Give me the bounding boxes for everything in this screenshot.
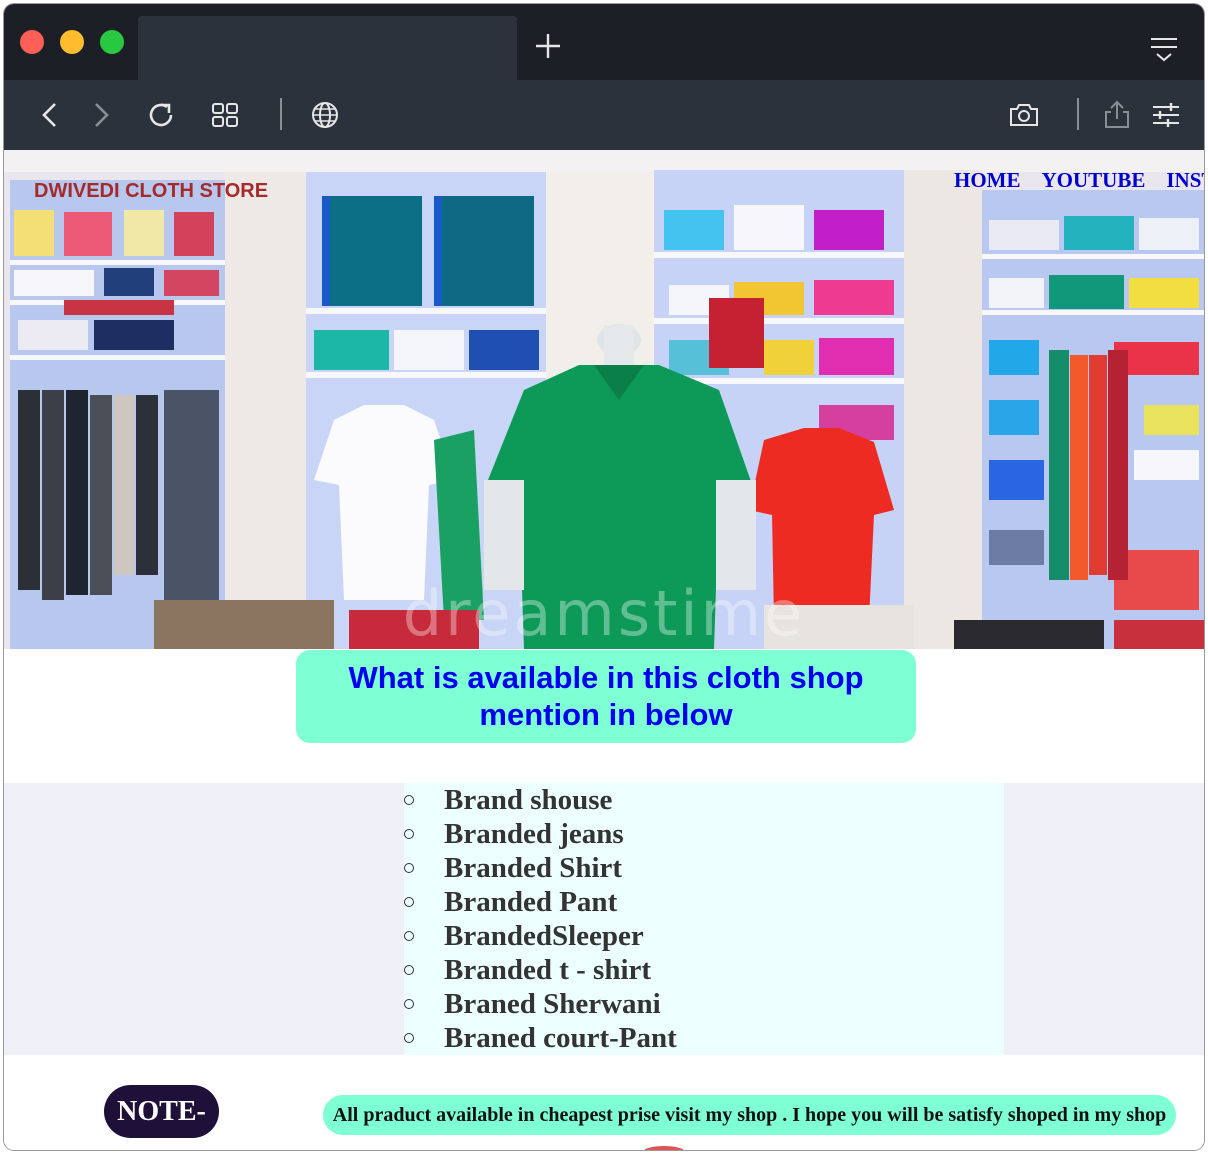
active-tab[interactable] [138,16,517,80]
chevron-left-icon [42,103,56,127]
store-brand[interactable]: DWIVEDI CLOTH STORE [34,180,268,203]
product-list: Brand shouse Branded jeans Branded Shirt… [404,783,1004,1057]
product-name: BrandedSleeper [444,920,644,952]
reload-button[interactable] [144,98,178,132]
tab-list-button[interactable] [1148,34,1180,66]
list-item: Branded Pant [404,887,1004,921]
site-info-button[interactable] [308,98,342,132]
circle-bullet-icon [404,829,414,839]
nav-home-link[interactable]: HOME [954,168,1021,192]
note-message: All praduct available in cheapest prise … [323,1095,1176,1135]
toolbar-divider-2 [1077,98,1079,130]
plus-icon [536,34,560,58]
list-item: BrandedSleeper [404,921,1004,955]
note-label: NOTE- [104,1085,219,1138]
customize-button[interactable] [1149,98,1183,132]
list-item: Braned Sherwani [404,989,1004,1023]
list-item: Branded Shirt [404,853,1004,887]
product-name: Branded t - shirt [444,954,652,986]
toolbar-divider [280,98,282,130]
chevron-right-icon [95,103,109,127]
clothing-store-photo: dreamstime [4,150,1204,649]
circle-bullet-icon [404,897,414,907]
circle-bullet-icon [404,1033,414,1043]
next-section-peek [644,1146,684,1150]
list-item: Branded jeans [404,819,1004,853]
nav-youtube-link[interactable]: YOUTUBE [1042,168,1146,192]
product-name: Braned court-Pant [444,1022,677,1054]
circle-bullet-icon [404,795,414,805]
product-name: Branded jeans [444,818,624,850]
svg-text:dreamstime: dreamstime [403,577,805,649]
tab-list-icon [1151,38,1177,62]
sliders-icon [1153,103,1179,127]
tab-overview-button[interactable] [208,98,242,132]
product-name: Branded Pant [444,886,618,918]
circle-bullet-icon [404,965,414,975]
share-icon [1105,100,1129,128]
grid-icon [212,103,238,127]
close-window-button[interactable] [20,30,44,54]
top-nav: HOME YOUTUBE INSTAGRAM [954,168,1204,193]
share-button[interactable] [1100,98,1134,132]
forward-button[interactable] [84,98,118,132]
list-item: Braned court-Pant [404,1023,1004,1057]
product-name: Braned Sherwani [444,988,661,1020]
new-tab-button[interactable] [532,30,564,62]
screenshot-button[interactable] [1007,98,1041,132]
circle-bullet-icon [404,863,414,873]
circle-bullet-icon [404,999,414,1009]
minimize-window-button[interactable] [60,30,84,54]
product-name: Brand shouse [444,784,613,816]
product-name: Branded Shirt [444,852,623,884]
section-heading: What is available in this cloth shop men… [296,650,916,743]
hero-banner: dreamstime DWIVEDI CLOTH STORE HOME YOUTU… [4,150,1204,649]
globe-icon [312,102,338,128]
product-list-box: Brand shouse Branded jeans Branded Shirt… [404,783,1004,1055]
browser-window: dreamstime DWIVEDI CLOTH STORE HOME YOUTU… [4,4,1204,1150]
back-button[interactable] [34,98,68,132]
web-page: dreamstime DWIVEDI CLOTH STORE HOME YOUTU… [4,150,1204,1150]
products-section: Brand shouse Branded jeans Branded Shirt… [4,783,1204,1055]
zoom-window-button[interactable] [100,30,124,54]
tab-bar [4,4,1204,80]
list-item: Branded t - shirt [404,955,1004,989]
circle-bullet-icon [404,931,414,941]
nav-instagram-link[interactable]: INSTAGRAM [1166,168,1204,192]
browser-toolbar [4,80,1204,150]
reload-icon [149,103,173,127]
list-item: Brand shouse [404,785,1004,819]
camera-icon [1010,104,1038,126]
